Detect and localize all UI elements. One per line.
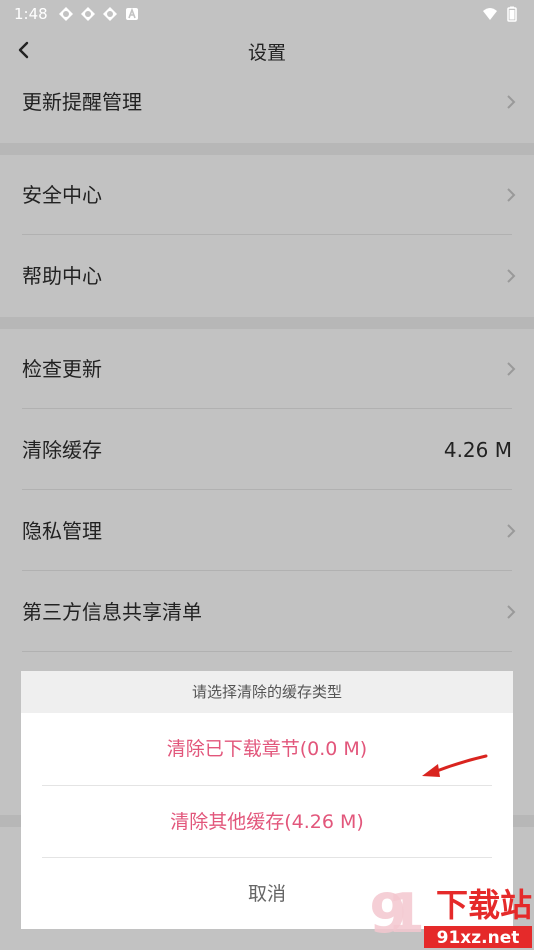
site-watermark-logo: 9 1 下载站 91xz.net [369,882,532,948]
chevron-right-icon [507,188,516,202]
section-gap [0,317,534,329]
row-label: 帮助中心 [22,264,102,288]
row-label: 更新提醒管理 [22,90,142,114]
annotation-arrow-icon [422,754,488,777]
row-label: 清除缓存 [22,438,102,462]
settings-row-update-reminder[interactable]: 更新提醒管理 [0,62,534,142]
svg-text:91xz.net: 91xz.net [437,928,520,948]
chevron-right-icon [507,362,516,376]
font-a-icon [126,7,138,20]
status-time: 1:48 [14,5,48,23]
settings-row-security-center[interactable]: 安全中心 [0,155,534,235]
row-divider [22,234,512,235]
row-divider [22,570,512,571]
page-title: 设置 [247,42,286,64]
chevron-right-icon [507,524,516,538]
settings-row-privacy[interactable]: 隐私管理 [0,491,534,571]
svg-text:下载站: 下载站 [436,886,532,924]
status-right-icons [482,6,520,22]
app-notification-icon [59,7,73,21]
chevron-right-icon [507,95,516,109]
settings-row-help-center[interactable]: 帮助中心 [0,236,534,316]
row-divider [22,408,512,409]
settings-row-clear-cache[interactable]: 清除缓存 4.26 M [0,410,534,490]
row-label: 第三方信息共享清单 [22,600,202,624]
section-gap [0,143,534,155]
wifi-icon [483,8,497,20]
row-divider [22,651,512,652]
row-label: 隐私管理 [22,519,102,543]
svg-text:1: 1 [387,882,425,945]
cache-size-value: 4.26 M [443,438,512,462]
row-label: 检查更新 [22,357,102,381]
row-label: 安全中心 [22,183,102,207]
dialog-title: 请选择清除的缓存类型 [21,671,513,713]
app-notification-icon [103,7,117,21]
chevron-right-icon [507,605,516,619]
status-bar: 1:48 [0,0,534,28]
battery-icon [507,6,517,22]
notification-icons [58,6,140,22]
settings-row-check-update[interactable]: 检查更新 [0,329,534,409]
chevron-right-icon [507,269,516,283]
clear-other-cache-button[interactable]: 清除其他缓存(4.26 M) [21,786,513,858]
settings-row-third-party[interactable]: 第三方信息共享清单 [0,572,534,652]
row-divider [22,489,512,490]
app-notification-icon [81,7,95,21]
